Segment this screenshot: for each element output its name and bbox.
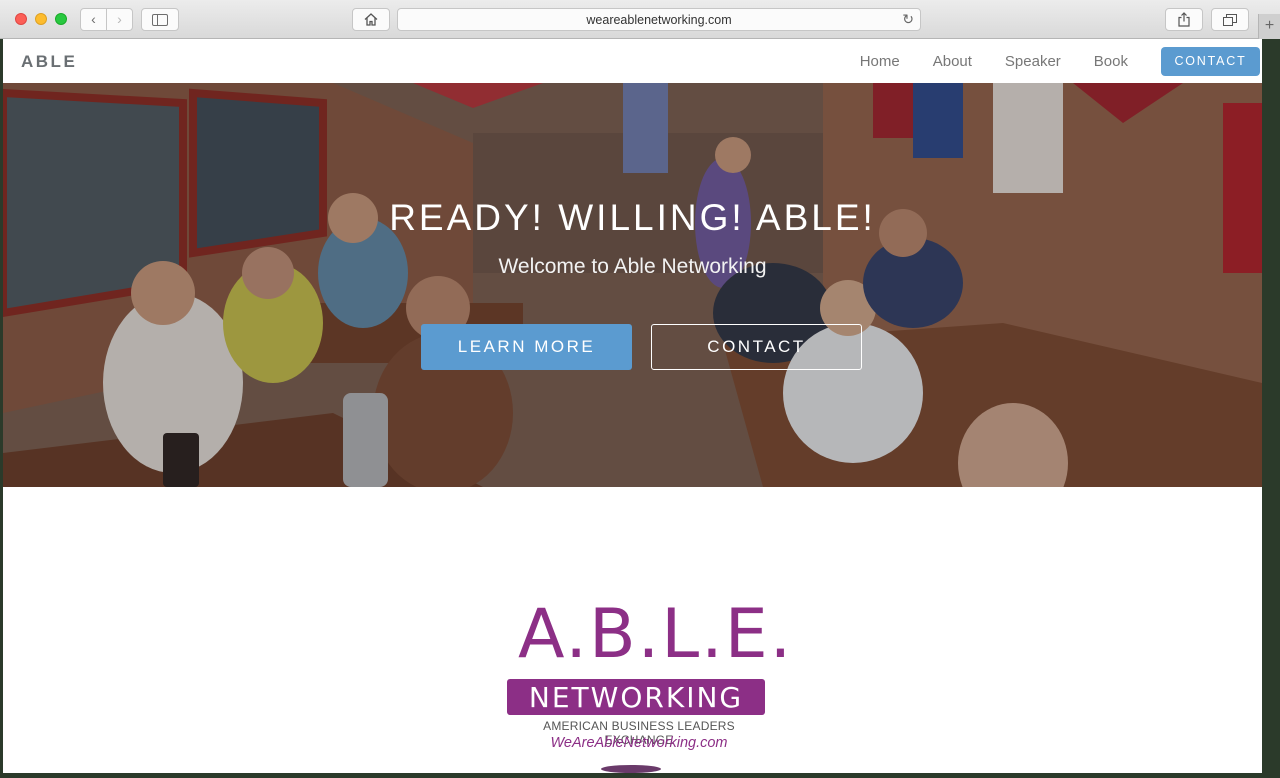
able-networking-logo: A.B.L.E. NETWORKING AMERICAN BUSINESS LE…	[503, 595, 791, 773]
home-button[interactable]	[352, 8, 390, 31]
logo-url: WeAreAbleNetworking.com	[550, 735, 728, 751]
history-nav: ‹ ›	[80, 8, 133, 31]
nav-speaker[interactable]: Speaker	[1005, 53, 1061, 70]
nav-links: Home About Speaker Book CONTACT	[860, 39, 1262, 83]
nav-contact-button[interactable]: CONTACT	[1161, 46, 1260, 76]
close-window-button[interactable]	[15, 13, 27, 25]
nav-about[interactable]: About	[933, 53, 972, 70]
web-page: ABLE Home About Speaker Book CONTACT REA…	[3, 39, 1262, 773]
nav-home[interactable]: Home	[860, 53, 900, 70]
sidebar-button[interactable]	[141, 8, 179, 31]
site-brand[interactable]: ABLE	[21, 52, 77, 72]
logo-swoosh	[601, 765, 661, 773]
hero-title: READY! WILLING! ABLE!	[389, 197, 876, 238]
url-text: weareablenetworking.com	[586, 12, 732, 27]
nav-book[interactable]: Book	[1094, 53, 1128, 70]
share-icon	[1178, 12, 1190, 27]
logo-main-text: A.B.L.E.	[518, 595, 794, 674]
share-button[interactable]	[1165, 8, 1203, 31]
plus-icon[interactable]: +	[1258, 14, 1280, 39]
home-icon	[364, 13, 378, 26]
hero-overlay	[3, 83, 1262, 487]
tab-overview-button[interactable]	[1211, 8, 1249, 31]
minimize-window-button[interactable]	[35, 13, 47, 25]
logo-networking-bar: NETWORKING	[507, 679, 765, 715]
reload-icon[interactable]: ↻	[902, 11, 914, 28]
learn-more-button[interactable]: LEARN MORE	[421, 324, 632, 370]
hero-subtitle: Welcome to Able Networking	[498, 255, 767, 278]
hero-section: READY! WILLING! ABLE! Welcome to Able Ne…	[3, 83, 1262, 487]
zoom-window-button[interactable]	[55, 13, 67, 25]
hero-contact-button[interactable]: CONTACT	[651, 324, 862, 370]
address-bar[interactable]: weareablenetworking.com ↻	[397, 8, 921, 31]
tabs-icon	[1223, 13, 1237, 26]
sidebar-icon	[152, 13, 168, 26]
forward-icon[interactable]: ›	[106, 9, 132, 30]
browser-toolbar: ‹ › weareablenetworking.com ↻ +	[0, 0, 1280, 39]
back-icon[interactable]: ‹	[81, 9, 106, 30]
site-navbar: ABLE Home About Speaker Book CONTACT	[3, 39, 1262, 83]
